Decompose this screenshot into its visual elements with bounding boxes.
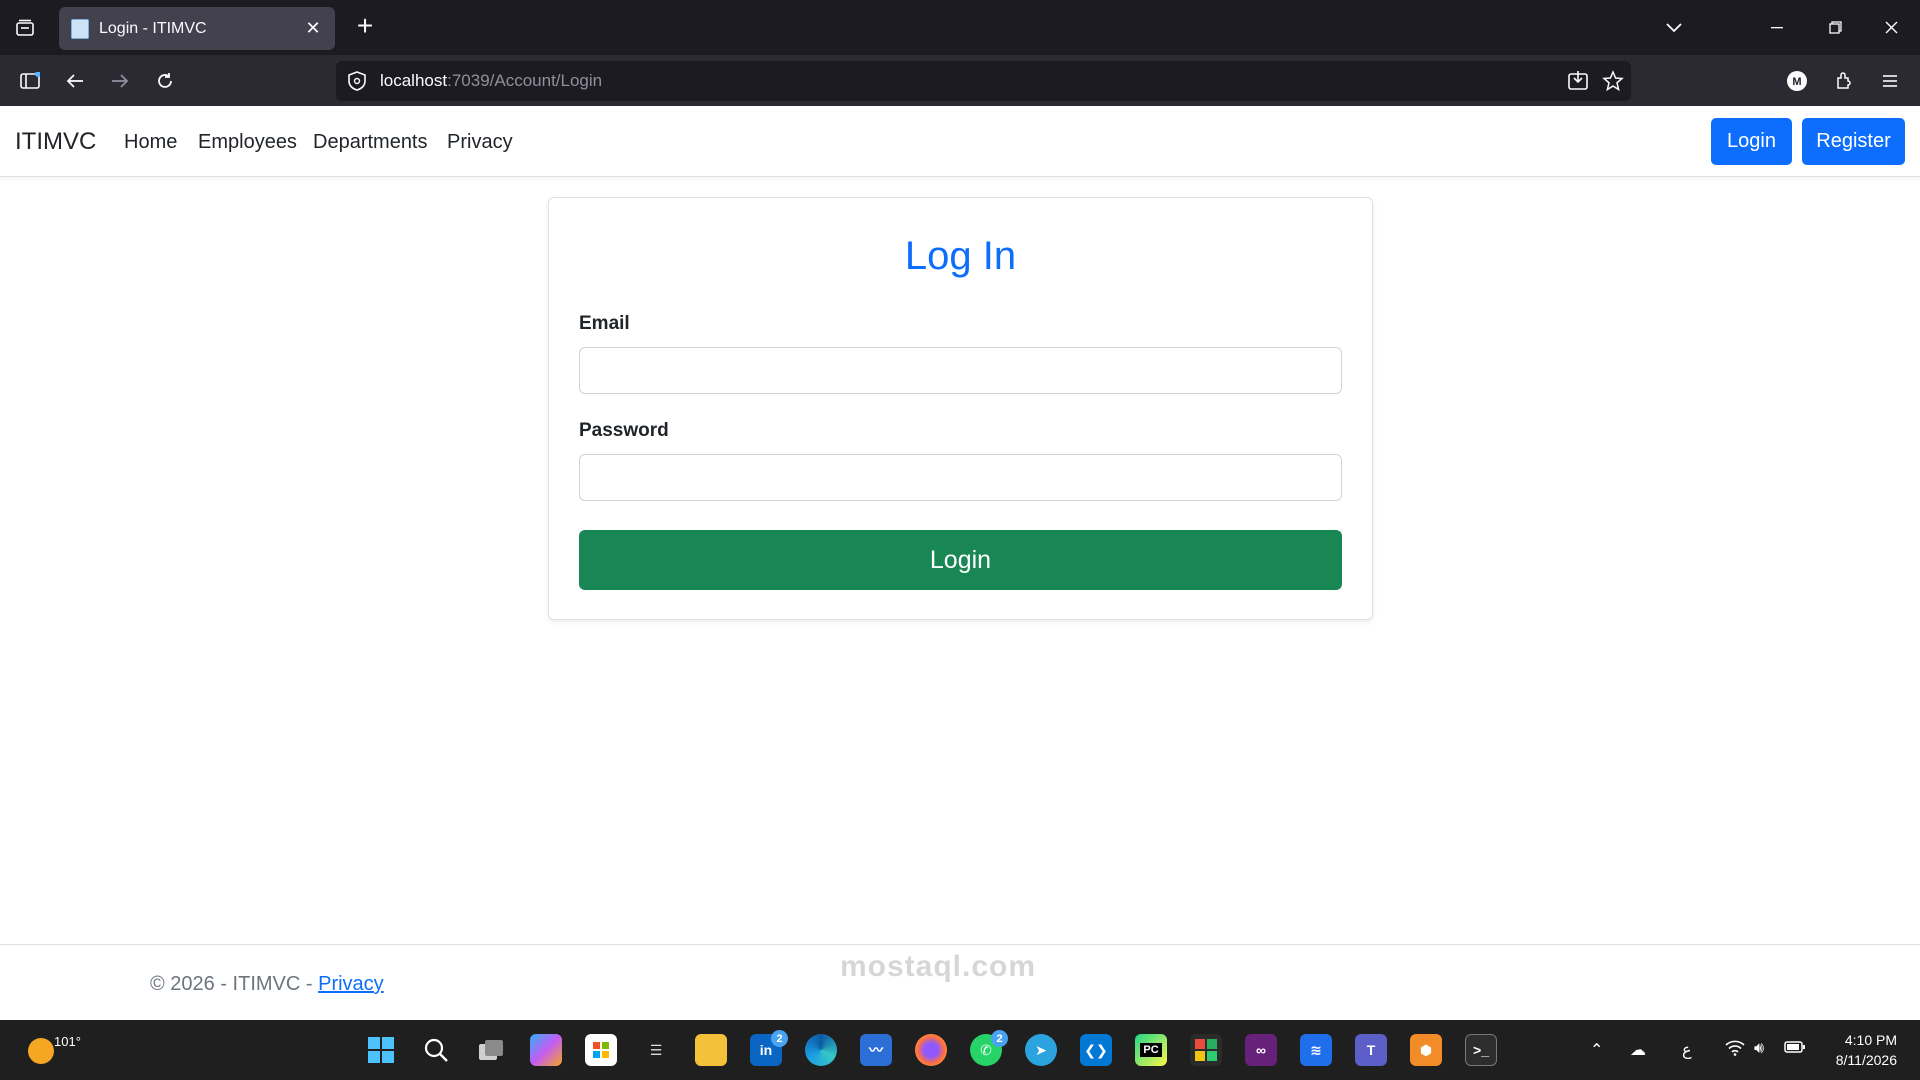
reload-icon[interactable] (149, 65, 181, 97)
azure-data-studio-icon[interactable]: ≋ (1300, 1034, 1332, 1066)
whatsapp-icon[interactable]: ✆ 2 (970, 1030, 1008, 1066)
clock-date: 8/11/2026 (1835, 1052, 1897, 1068)
notepad-icon[interactable]: ☰ (640, 1034, 672, 1066)
linkedin-badge: 2 (771, 1030, 788, 1047)
teams-icon[interactable]: T (1355, 1034, 1387, 1066)
footer-copyright: © 2026 - ITIMVC - (150, 973, 319, 995)
weather-widget[interactable]: 101° (28, 1034, 81, 1064)
tab-list-icon[interactable] (0, 0, 50, 55)
file-explorer-folder-icon[interactable] (695, 1034, 727, 1066)
url-text[interactable]: localhost:7039/Account/Login (380, 71, 602, 91)
login-heading: Log In (904, 234, 1017, 278)
nav-register-button[interactable]: Register (1802, 118, 1905, 165)
show-hidden-icons-chevron-icon[interactable]: ⌃ (1590, 1040, 1603, 1060)
firefox-icon[interactable] (915, 1034, 947, 1066)
edge-browser-icon[interactable] (805, 1034, 837, 1066)
telegram-icon[interactable]: ➤ (1025, 1034, 1057, 1066)
bookmark-star-icon[interactable] (1602, 70, 1624, 97)
start-windows-icon[interactable] (365, 1034, 397, 1066)
search-icon[interactable] (420, 1034, 452, 1066)
sidebar-toggle-icon[interactable] (14, 65, 46, 97)
input-language-indicator[interactable]: ع (1682, 1040, 1692, 1060)
visual-studio-icon[interactable]: ∞ (1245, 1034, 1277, 1066)
nav-login-button[interactable]: Login (1711, 118, 1792, 165)
battery-icon[interactable] (1784, 1040, 1806, 1059)
windows-taskbar: 101° ☰ in 2 〰 ✆ 2 ➤ ❮❯ PC ∞ ≋ T ⬢ >_ ⌃ ☁ ع… (0, 1020, 1920, 1080)
email-label: Email (579, 313, 630, 334)
url-bar[interactable]: localhost:7039/Account/Login (336, 61, 1631, 101)
drawio-icon[interactable]: ⬢ (1410, 1034, 1442, 1066)
url-host: localhost (380, 71, 448, 90)
save-page-download-icon[interactable] (1567, 70, 1589, 97)
whiteboard-icon[interactable]: 〰 (860, 1034, 892, 1066)
browser-tab-bar: Login - ITIMVC ✕ + (0, 0, 1920, 55)
restore-button[interactable] (1806, 0, 1864, 55)
pycharm-icon[interactable]: PC (1135, 1034, 1167, 1066)
login-card: Log In Email Password Login (548, 197, 1373, 620)
minimize-button[interactable] (1748, 0, 1806, 55)
copilot-icon[interactable] (530, 1034, 562, 1066)
linkedin-icon[interactable]: in 2 (750, 1030, 788, 1066)
windows-colors-app-icon[interactable] (1190, 1034, 1222, 1066)
task-view-icon[interactable] (475, 1034, 507, 1066)
new-tab-button[interactable]: + (350, 12, 380, 42)
nav-link-departments[interactable]: Departments (313, 131, 428, 154)
nav-link-home[interactable]: Home (124, 131, 177, 154)
terminal-icon[interactable]: >_ (1465, 1034, 1497, 1066)
footer-privacy-link[interactable]: Privacy (318, 973, 384, 995)
extensions-icon[interactable] (1828, 65, 1860, 97)
whatsapp-badge: 2 (991, 1030, 1008, 1047)
footer-text: © 2026 - ITIMVC - Privacy (150, 973, 384, 996)
weather-temperature: 101° (54, 1034, 81, 1049)
nav-link-privacy[interactable]: Privacy (447, 131, 513, 154)
tab-close-icon[interactable]: ✕ (303, 18, 323, 39)
password-field[interactable] (579, 454, 1342, 501)
clock-time: 4:10 PM (1844, 1032, 1897, 1048)
site-brand[interactable]: ITIMVC (15, 128, 96, 156)
weather-sun-icon (28, 1038, 54, 1064)
url-path: :7039/Account/Login (447, 71, 603, 90)
volume-speaker-icon[interactable]: 🔊︎ (1754, 1040, 1764, 1058)
svg-text:M: M (1792, 76, 1801, 88)
menu-hamburger-icon[interactable] (1874, 65, 1906, 97)
nav-link-employees[interactable]: Employees (198, 131, 297, 154)
tab-overflow-chevron-icon[interactable] (1645, 0, 1703, 55)
system-clock[interactable]: 4:10 PM 8/11/2026 (1820, 1030, 1920, 1070)
email-field[interactable] (579, 347, 1342, 394)
back-arrow-icon[interactable] (59, 65, 91, 97)
site-navbar: ITIMVC Home Employees Departments Privac… (0, 106, 1920, 177)
watermark-text: mostaql.com (840, 950, 1037, 983)
page-favicon-icon (71, 18, 89, 39)
site-security-shield-icon[interactable] (346, 70, 368, 97)
password-label: Password (579, 420, 669, 441)
tab-title: Login - ITIMVC (99, 19, 207, 37)
onedrive-cloud-icon[interactable]: ☁ (1630, 1040, 1646, 1060)
forward-arrow-icon[interactable] (104, 65, 136, 97)
window-close-button[interactable] (1862, 0, 1920, 55)
vscode-icon[interactable]: ❮❯ (1080, 1034, 1112, 1066)
account-avatar-icon[interactable]: M (1781, 65, 1813, 97)
login-submit-button[interactable]: Login (579, 530, 1342, 590)
browser-tab[interactable]: Login - ITIMVC ✕ (59, 7, 335, 50)
microsoft-store-icon[interactable] (585, 1034, 617, 1066)
wifi-icon[interactable] (1725, 1040, 1745, 1061)
